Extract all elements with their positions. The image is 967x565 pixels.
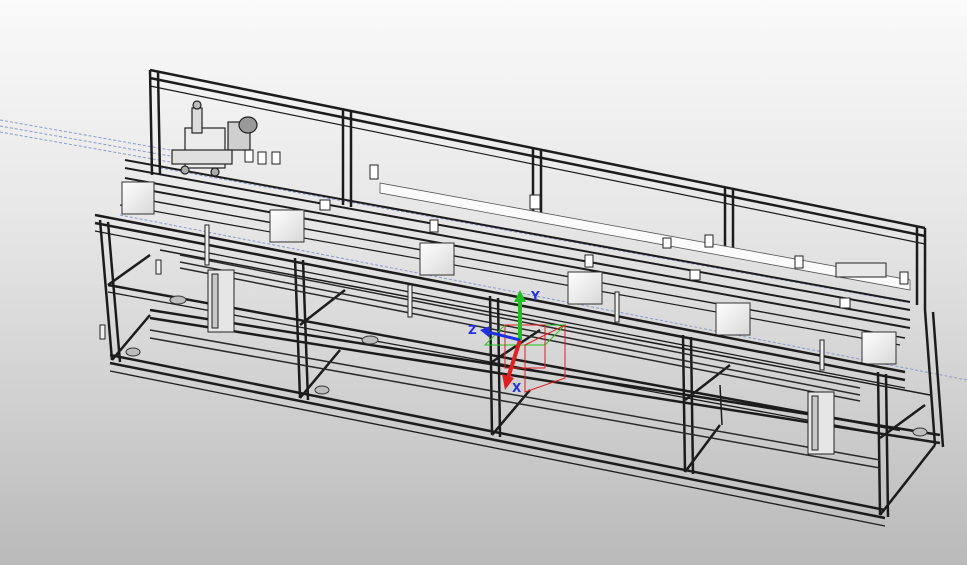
cad-3d-viewport[interactable]: Z Y X (0, 0, 967, 565)
lower-cabinet-frame (94, 213, 945, 527)
x-axis-label: X (512, 381, 522, 395)
rear-upper-frame (148, 68, 927, 310)
drive-motor-unit (171, 100, 258, 177)
y-axis-label: Y (530, 289, 540, 303)
z-axis-label: Z (468, 323, 477, 337)
conveyor-frame-model[interactable]: Z Y X (0, 0, 967, 565)
